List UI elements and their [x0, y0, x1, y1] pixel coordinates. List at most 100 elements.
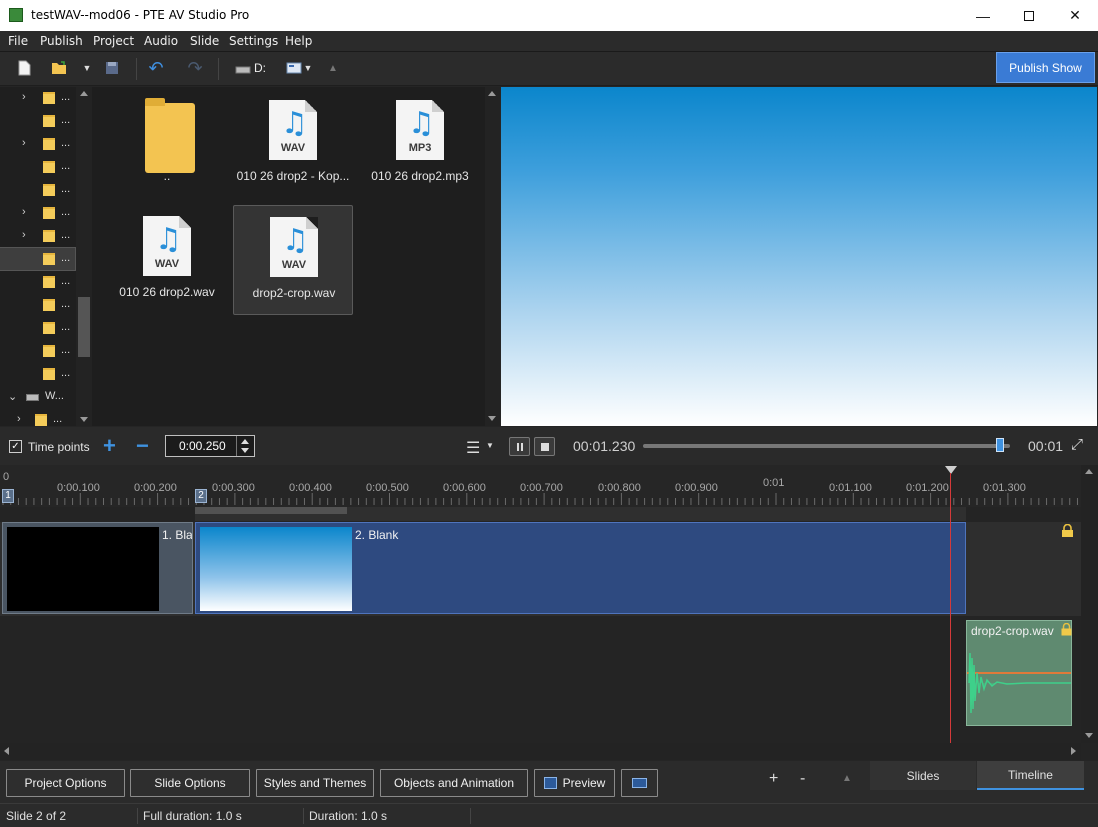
tree-item[interactable]: › ... — [0, 409, 75, 426]
tab-slides[interactable]: Slides — [870, 761, 976, 790]
scroll-right-icon[interactable] — [1071, 747, 1076, 755]
fullscreen-preview-button[interactable] — [621, 769, 658, 797]
expand-icon[interactable]: › — [22, 206, 26, 218]
menu-file[interactable]: File — [8, 34, 28, 48]
tree-item[interactable]: › ... — [0, 87, 75, 109]
tree-item[interactable]: › ... — [0, 133, 75, 155]
slide-preview[interactable] — [501, 87, 1097, 426]
open-folder-icon[interactable] — [50, 59, 68, 77]
redo-icon[interactable]: ↷ — [186, 58, 204, 78]
playhead-handle[interactable] — [945, 466, 957, 474]
tree-item[interactable]: › ... — [0, 225, 75, 247]
tree-item[interactable]: ... — [0, 110, 75, 132]
file-item[interactable]: ♫ MP3 010 26 drop2.mp3 — [360, 89, 480, 199]
menu-project[interactable]: Project — [93, 34, 134, 48]
menu-help[interactable]: Help — [285, 34, 312, 48]
objects-animation-button[interactable]: Objects and Animation — [380, 769, 528, 797]
undo-icon[interactable]: ↶ — [147, 58, 165, 78]
scroll-down-icon[interactable] — [1085, 733, 1093, 738]
step-down-icon[interactable] — [241, 448, 249, 453]
open-dropdown-icon[interactable]: ▼ — [78, 59, 96, 77]
slide-options-button[interactable]: Slide Options — [130, 769, 250, 797]
audio-clip[interactable]: drop2-crop.wav — [966, 620, 1072, 726]
expand-icon[interactable]: › — [22, 229, 26, 241]
minimize-icon[interactable]: — — [960, 0, 1006, 31]
pause-button[interactable] — [509, 437, 530, 456]
current-time: 00:01.230 — [573, 438, 636, 454]
expand-icon[interactable]: › — [17, 413, 21, 425]
maximize-icon[interactable] — [1006, 0, 1052, 31]
timeline-vscrollbar[interactable] — [1081, 465, 1098, 743]
tree-item[interactable]: ... — [0, 340, 75, 362]
tree-item-drive[interactable]: ⌄ W... — [0, 386, 75, 408]
file-item[interactable]: ♫ WAV 010 26 drop2.wav — [107, 205, 227, 315]
tree-item-label: ... — [61, 367, 71, 379]
fullscreen-icon[interactable]: ⤢ — [1071, 436, 1083, 453]
new-file-icon[interactable] — [15, 59, 33, 77]
project-options-button[interactable]: Project Options — [6, 769, 125, 797]
menu-lines-icon[interactable]: ☰ — [466, 438, 480, 458]
save-icon[interactable] — [103, 59, 121, 77]
collapse-panel-icon[interactable]: ▲ — [842, 773, 852, 784]
drive-label[interactable]: D: — [254, 61, 266, 75]
tree-item[interactable]: ... — [0, 271, 75, 293]
tree-item[interactable]: ... — [0, 294, 75, 316]
tree-item[interactable]: ... — [0, 317, 75, 339]
scroll-up-icon[interactable] — [1085, 469, 1093, 474]
tree-item-selected[interactable]: ... — [0, 247, 76, 271]
preview-button[interactable]: Preview — [534, 769, 615, 797]
remove-slide-icon[interactable]: - — [800, 770, 805, 788]
slide-clip-2[interactable]: 2. Blank — [195, 522, 966, 614]
scroll-up-icon[interactable] — [80, 91, 88, 96]
tree-scrollbar[interactable] — [76, 87, 92, 426]
scroll-down-icon[interactable] — [488, 416, 496, 421]
tree-item[interactable]: ... — [0, 179, 75, 201]
slide-marker[interactable]: 1 — [2, 489, 14, 503]
step-up-icon[interactable] — [241, 439, 249, 444]
tree-item[interactable]: › ... — [0, 202, 75, 224]
playhead-line[interactable] — [950, 473, 951, 760]
scroll-left-icon[interactable] — [4, 747, 9, 755]
file-item-selected[interactable]: ♫ WAV drop2-crop.wav — [233, 205, 353, 315]
scroll-up-icon[interactable] — [488, 91, 496, 96]
step-value[interactable]: 0:00.250 — [179, 439, 226, 453]
tree-item[interactable]: ... — [0, 156, 75, 178]
timeline-hscrollbar[interactable] — [0, 743, 1081, 760]
file-item-parent-folder[interactable]: .. — [107, 89, 227, 199]
scroll-thumb[interactable] — [78, 297, 90, 357]
drive-icon[interactable] — [234, 60, 252, 78]
playback-slider-handle[interactable] — [996, 438, 1004, 452]
lock-icon[interactable] — [1061, 622, 1072, 636]
view-dropdown-icon[interactable]: ▼ — [299, 59, 317, 77]
add-slide-icon[interactable]: + — [769, 770, 778, 788]
stop-button[interactable] — [534, 437, 555, 456]
timepoints-checkbox[interactable]: ✓ — [9, 440, 22, 453]
remove-timepoint-icon[interactable]: − — [136, 433, 149, 459]
slide-clip-1[interactable]: 1. Blank — [2, 522, 193, 614]
tab-timeline[interactable]: Timeline — [977, 761, 1084, 790]
file-scrollbar[interactable] — [485, 87, 500, 426]
step-spinner[interactable] — [236, 436, 254, 456]
playback-slider[interactable] — [643, 444, 1010, 448]
expand-icon[interactable]: › — [22, 137, 26, 149]
menu-publish[interactable]: Publish — [40, 34, 83, 48]
up-folder-icon[interactable]: ▲ — [324, 59, 342, 77]
add-timepoint-icon[interactable]: + — [103, 433, 116, 459]
scroll-down-icon[interactable] — [80, 417, 88, 422]
file-item[interactable]: ♫ WAV 010 26 drop2 - Kop... — [233, 89, 353, 199]
menu-slide[interactable]: Slide — [190, 34, 219, 48]
close-icon[interactable]: ✕ — [1052, 0, 1098, 31]
expand-icon[interactable]: › — [22, 91, 26, 103]
time-ruler[interactable]: 0 0:00.100 0:00.200 0:00.300 0:00.400 0:… — [0, 465, 1081, 507]
styles-themes-button[interactable]: Styles and Themes — [256, 769, 374, 797]
file-name: 010 26 drop2.mp3 — [371, 169, 469, 183]
menu-audio[interactable]: Audio — [144, 34, 178, 48]
menu-dropdown-icon[interactable]: ▼ — [486, 441, 494, 450]
menu-settings[interactable]: Settings — [229, 34, 278, 48]
tree-item[interactable]: ... — [0, 363, 75, 385]
slide-marker[interactable]: 2 — [195, 489, 207, 503]
timepoint-step-input[interactable]: 0:00.250 — [165, 435, 255, 457]
lock-icon[interactable] — [1061, 523, 1074, 538]
collapse-icon[interactable]: ⌄ — [8, 390, 17, 403]
publish-show-button[interactable]: Publish Show — [996, 52, 1095, 83]
